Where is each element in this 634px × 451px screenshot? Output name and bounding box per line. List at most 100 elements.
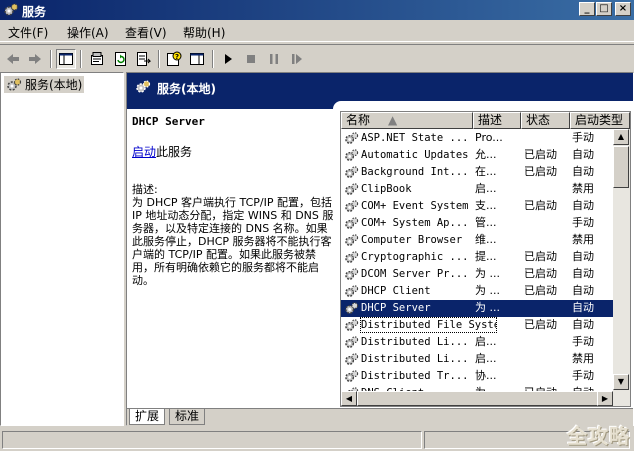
service-action-line: 启动此服务 — [132, 146, 334, 159]
tree-item-label: 服务(本地) — [25, 78, 83, 92]
column-header-description[interactable]: 描述 — [473, 112, 521, 129]
table-row[interactable]: Computer Browser 维... 禁用 — [341, 232, 613, 249]
scroll-down-button[interactable]: ▼ — [613, 374, 629, 390]
export-list-button[interactable] — [133, 49, 153, 69]
service-startup-cell: 自动 — [572, 267, 594, 280]
service-startup-cell: 自动 — [572, 199, 594, 212]
service-description-cell: 为 ... — [475, 267, 500, 280]
refresh-icon — [115, 52, 126, 66]
column-header-status[interactable]: 状态 — [521, 112, 570, 129]
console-tree: 服务(本地) — [0, 72, 124, 426]
table-row[interactable]: Distributed Tr... 协... 手动 — [341, 368, 613, 385]
services-gear-icon — [7, 77, 22, 91]
table-row[interactable]: Distributed File System 已启动 自动 — [341, 317, 613, 334]
svg-text:?: ? — [175, 53, 179, 61]
service-status-cell: 已启动 — [524, 318, 557, 331]
service-gear-icon — [345, 166, 359, 178]
table-row[interactable]: DCOM Server Pr... 为 ... 已启动 自动 — [341, 266, 613, 283]
table-row[interactable]: Cryptographic ... 提... 已启动 自动 — [341, 249, 613, 266]
column-header-startup-type[interactable]: 启动类型 — [570, 112, 630, 129]
service-status-cell: 已启动 — [524, 250, 557, 263]
service-gear-icon — [345, 268, 359, 280]
service-startup-cell: 自动 — [572, 250, 594, 263]
minimize-button[interactable]: _ — [579, 2, 595, 16]
menu-file[interactable]: 文件(F) — [8, 24, 48, 41]
show-tree-button[interactable] — [56, 49, 76, 69]
status-field-main — [2, 431, 422, 449]
forward-button[interactable] — [25, 49, 45, 69]
start-service-button[interactable] — [218, 49, 238, 69]
help-icon: ? — [167, 51, 182, 66]
horizontal-scroll-thumb[interactable] — [357, 391, 599, 406]
table-row[interactable]: ClipBook 启... 禁用 — [341, 181, 613, 198]
service-startup-cell: 自动 — [572, 148, 594, 161]
maximize-button[interactable]: □ — [596, 2, 612, 16]
vertical-scroll-thumb[interactable] — [613, 146, 629, 188]
service-status-cell: 已启动 — [524, 267, 557, 280]
help-button[interactable]: ? — [164, 49, 184, 69]
service-gear-icon — [345, 353, 359, 365]
close-button[interactable]: × — [615, 2, 631, 16]
play-icon — [225, 54, 232, 64]
horizontal-scrollbar[interactable]: ◀ ▶ — [341, 391, 630, 406]
refresh-button[interactable] — [110, 49, 130, 69]
banner-title: 服务(本地) — [157, 82, 216, 96]
service-status-cell: 已启动 — [524, 199, 557, 212]
start-service-suffix: 此服务 — [156, 145, 193, 159]
stop-icon — [247, 55, 255, 63]
tree-item-services-local[interactable]: 服务(本地) — [4, 76, 85, 93]
table-row[interactable]: Background Int... 在... 已启动 自动 — [341, 164, 613, 181]
table-row[interactable]: Distributed Li... 启... 禁用 — [341, 351, 613, 368]
services-list: 名称 ▲ 描述 状态 启动类型 ASP.NET State ... Pro... 手动… — [340, 111, 631, 407]
service-startup-cell: 自动 — [572, 318, 594, 331]
table-row[interactable]: COM+ System Ap... 管... 手动 — [341, 215, 613, 232]
back-button[interactable] — [3, 49, 23, 69]
details-pane: 服务(本地) DHCP Server 启动此服务 描述: 为 DHCP 客户端执… — [126, 72, 634, 426]
table-row[interactable]: DHCP Server 为 ... 自动 — [341, 300, 613, 317]
scroll-right-button[interactable]: ▶ — [597, 391, 613, 406]
service-startup-cell: 手动 — [572, 369, 594, 382]
table-row[interactable]: COM+ Event System 支... 已启动 自动 — [341, 198, 613, 215]
table-row[interactable]: Automatic Updates 允... 已启动 自动 — [341, 147, 613, 164]
toolbar-separator — [158, 50, 160, 68]
service-description-cell: 协... — [475, 369, 497, 382]
start-service-link[interactable]: 启动 — [132, 145, 156, 159]
table-row[interactable]: DHCP Client 为 ... 已启动 自动 — [341, 283, 613, 300]
properties-button[interactable] — [87, 49, 107, 69]
menu-help[interactable]: 帮助(H) — [183, 24, 225, 41]
tab-standard[interactable]: 标准 — [169, 409, 206, 425]
service-gear-icon — [345, 132, 359, 144]
banner-curve — [333, 101, 633, 109]
service-gear-icon — [345, 183, 359, 195]
column-header-label: 名称 — [346, 113, 371, 127]
service-startup-cell: 禁用 — [572, 352, 594, 365]
scroll-up-button[interactable]: ▲ — [613, 129, 629, 145]
service-description-cell: 为 ... — [475, 301, 500, 314]
show-action-pane-button[interactable] — [187, 49, 207, 69]
vertical-scrollbar[interactable]: ▲ ▼ — [613, 129, 630, 391]
service-description-cell: 支... — [475, 199, 497, 212]
view-tabs: 扩展 标准 — [127, 408, 633, 426]
window-title: 服务 — [22, 5, 47, 19]
service-gear-icon — [345, 336, 359, 348]
table-row[interactable]: Distributed Li... 启... 手动 — [341, 334, 613, 351]
menu-action[interactable]: 操作(A) — [67, 24, 109, 41]
menu-view[interactable]: 查看(V) — [125, 24, 167, 41]
tab-extended[interactable]: 扩展 — [129, 409, 166, 425]
export-list-icon — [137, 52, 151, 66]
column-header-name[interactable]: 名称 ▲ — [341, 112, 473, 129]
service-description-panel: DHCP Server 启动此服务 描述: 为 DHCP 客户端执行 TCP/I… — [132, 115, 334, 287]
restart-service-button[interactable] — [287, 49, 307, 69]
pause-service-button[interactable] — [264, 49, 284, 69]
pane-banner: 服务(本地) — [127, 73, 633, 109]
scroll-left-button[interactable]: ◀ — [341, 391, 357, 406]
forward-arrow-icon — [29, 54, 41, 64]
service-description-cell: 管... — [475, 216, 497, 229]
toolbar-separator — [212, 50, 214, 68]
service-description-cell: 启... — [475, 182, 497, 195]
service-description-cell: 在... — [475, 165, 497, 178]
service-status-cell: 已启动 — [524, 165, 557, 178]
service-startup-cell: 手动 — [572, 335, 594, 348]
table-row[interactable]: ASP.NET State ... Pro... 手动 — [341, 130, 613, 147]
stop-service-button[interactable] — [241, 49, 261, 69]
